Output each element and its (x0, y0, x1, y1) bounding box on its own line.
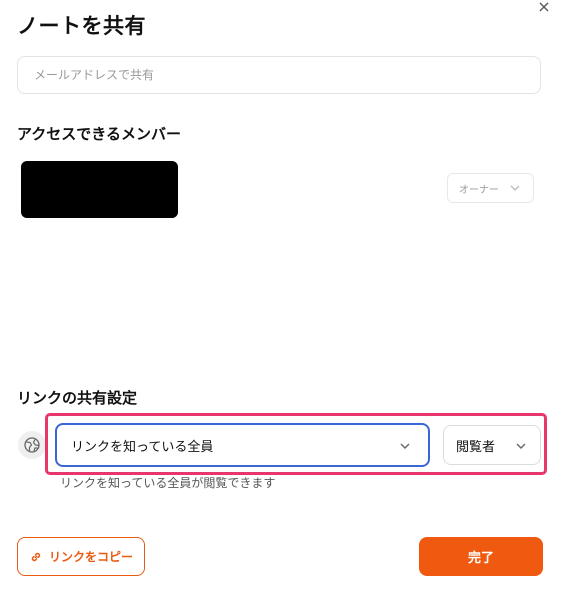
done-button[interactable]: 完了 (419, 537, 543, 576)
copy-link-button[interactable]: リンクをコピー (17, 537, 145, 576)
owner-role-label: オーナー (459, 184, 499, 196)
members-heading: アクセスできるメンバー (17, 125, 181, 143)
owner-role-select: オーナー (447, 173, 534, 203)
done-label: 完了 (467, 551, 494, 566)
email-share-input[interactable] (17, 56, 541, 94)
link-settings-heading: リンクの共有設定 (17, 389, 138, 407)
member-entry-redacted (21, 161, 178, 218)
copy-link-label: リンクをコピー (48, 550, 133, 564)
chevron-down-icon (510, 185, 520, 191)
dialog-title: ノートを共有 (17, 14, 146, 38)
close-icon[interactable]: × (536, 0, 552, 16)
link-access-description: リンクを知っている全員が閲覧できます (60, 476, 276, 490)
annotation-highlight-box (45, 413, 547, 475)
link-icon (31, 552, 41, 561)
globe-icon (18, 431, 46, 459)
